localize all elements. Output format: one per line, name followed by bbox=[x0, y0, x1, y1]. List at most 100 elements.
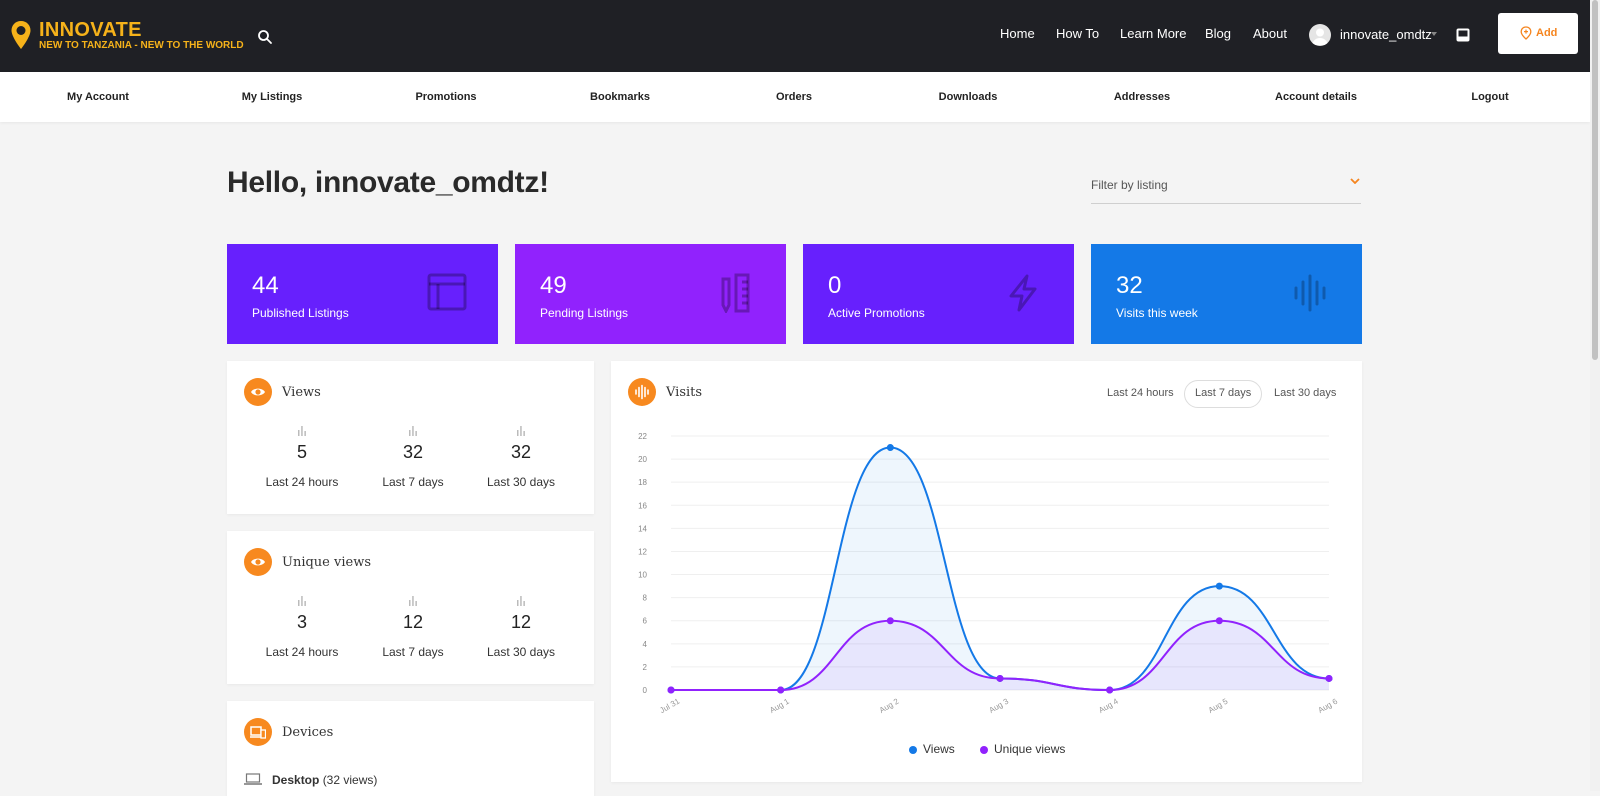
tab-logout[interactable]: Logout bbox=[1471, 91, 1508, 103]
stat-value: 44 bbox=[252, 272, 279, 299]
bar-chart-icon bbox=[409, 596, 417, 606]
nav-home[interactable]: Home bbox=[1000, 26, 1035, 41]
y-tick-label: 22 bbox=[638, 432, 647, 441]
page-title: Hello, innovate_omdtz! bbox=[227, 166, 549, 199]
add-label: Add bbox=[1536, 27, 1558, 39]
tab-account-details[interactable]: Account details bbox=[1275, 91, 1357, 103]
caret-down-icon bbox=[1431, 32, 1437, 36]
y-tick-label: 12 bbox=[638, 547, 647, 556]
stat-label: Active Promotions bbox=[828, 306, 925, 320]
metric-label: Last 24 hours bbox=[265, 475, 339, 489]
stat-label: Pending Listings bbox=[540, 306, 629, 320]
y-tick-label: 0 bbox=[643, 686, 648, 695]
page-scrollbar[interactable] bbox=[1590, 0, 1600, 791]
lightning-icon bbox=[1009, 274, 1037, 312]
tab-my-account[interactable]: My Account bbox=[67, 91, 129, 103]
y-tick-label: 6 bbox=[643, 617, 648, 626]
metric-value: 5 bbox=[296, 442, 307, 462]
visits-badge bbox=[628, 378, 656, 406]
card-title: Views bbox=[282, 385, 321, 400]
unique-views-point bbox=[886, 617, 894, 625]
tab-bookmarks[interactable]: Bookmarks bbox=[590, 91, 650, 103]
y-tick-label: 2 bbox=[643, 663, 648, 672]
tab-promotions[interactable]: Promotions bbox=[415, 91, 476, 103]
y-tick-label: 14 bbox=[638, 524, 647, 533]
unique-views-point bbox=[1215, 617, 1223, 625]
nav-learn-more[interactable]: Learn More bbox=[1120, 26, 1186, 41]
card-title: Devices bbox=[282, 725, 334, 740]
stat-value: 49 bbox=[540, 272, 567, 299]
views-7d: 32 Last 7 days bbox=[358, 426, 468, 489]
legend-label: Unique views bbox=[994, 742, 1066, 756]
brand-name: INNOVATE bbox=[39, 19, 142, 41]
tab-downloads[interactable]: Downloads bbox=[939, 91, 998, 103]
visits-line-chart: 0 2 4 6 8 10 12 14 16 18 20 22 Jul 31 Aug 1 Aug 2 Aug 3… bbox=[638, 432, 1339, 715]
stat-label: Visits this week bbox=[1116, 306, 1198, 320]
views-point bbox=[1215, 582, 1223, 590]
scrollbar-thumb[interactable] bbox=[1592, 0, 1598, 360]
audio-wave-icon bbox=[635, 384, 649, 400]
filter-by-listing-select[interactable]: Filter by listing bbox=[1091, 168, 1361, 204]
y-tick-label: 10 bbox=[638, 571, 647, 580]
unique-views-point bbox=[996, 674, 1004, 682]
y-tick-label: 4 bbox=[643, 640, 648, 649]
y-tick-label: 20 bbox=[638, 455, 647, 464]
x-tick-label: Aug 4 bbox=[1097, 696, 1120, 715]
y-tick-label: 16 bbox=[638, 501, 647, 510]
range-last-24-hours[interactable]: Last 24 hours bbox=[1097, 380, 1184, 406]
metric-label: Last 30 days bbox=[486, 475, 556, 489]
tab-orders[interactable]: Orders bbox=[776, 91, 812, 103]
avatar bbox=[1309, 24, 1331, 46]
top-header: INNOVATE NEW TO TANZANIA - NEW TO THE WO… bbox=[0, 0, 1590, 72]
card-title: Unique views bbox=[282, 555, 372, 570]
bar-chart-icon bbox=[409, 426, 417, 436]
device-count: (32 views) bbox=[322, 773, 378, 787]
eye-icon bbox=[251, 558, 265, 566]
chevron-down-icon bbox=[1350, 178, 1360, 184]
nav-how-to[interactable]: How To bbox=[1056, 26, 1099, 41]
stat-label: Published Listings bbox=[252, 306, 349, 320]
unique-views-24h: 3 Last 24 hours bbox=[247, 596, 357, 659]
eye-icon bbox=[251, 388, 265, 396]
metric-label: Last 7 days bbox=[382, 645, 444, 659]
nav-about[interactable]: About bbox=[1253, 26, 1287, 41]
x-tick-label: Aug 3 bbox=[987, 696, 1010, 715]
metric-label: Last 24 hours bbox=[265, 645, 339, 659]
device-name: Desktop bbox=[272, 773, 320, 787]
unique-views-point bbox=[1106, 686, 1114, 694]
nav-blog[interactable]: Blog bbox=[1205, 26, 1231, 41]
x-tick-label: Aug 6 bbox=[1316, 696, 1339, 715]
views-30d: 32 Last 30 days bbox=[466, 426, 576, 489]
devices-icon bbox=[250, 726, 266, 739]
site-logo[interactable]: INNOVATE NEW TO TANZANIA - NEW TO THE WO… bbox=[10, 16, 250, 56]
add-listing-button[interactable]: Add bbox=[1498, 13, 1578, 54]
brand-tagline: NEW TO TANZANIA - NEW TO THE WORLD bbox=[39, 40, 244, 51]
stat-pending-listings[interactable]: 49 Pending Listings bbox=[515, 244, 786, 344]
legend-label: Views bbox=[923, 742, 955, 756]
search-icon[interactable] bbox=[256, 28, 274, 46]
views-point bbox=[886, 444, 894, 452]
bar-chart-icon bbox=[517, 426, 525, 436]
username: innovate_omdtz bbox=[1340, 27, 1432, 42]
inbox-icon[interactable] bbox=[1455, 27, 1471, 43]
views-card: Views 5 Last 24 hours 32 Last 7 days 32 … bbox=[227, 361, 594, 514]
x-tick-label: Aug 2 bbox=[878, 696, 901, 715]
metric-value: 3 bbox=[296, 612, 307, 632]
account-nav: My Account My Listings Promotions Bookma… bbox=[0, 72, 1590, 122]
views-24h: 5 Last 24 hours bbox=[247, 426, 357, 489]
stat-active-promotions[interactable]: 0 Active Promotions bbox=[803, 244, 1074, 344]
x-tick-label: Jul 31 bbox=[658, 696, 681, 715]
bar-chart-icon bbox=[298, 596, 306, 606]
unique-views-card: Unique views 3 Last 24 hours 12 Last 7 d… bbox=[227, 531, 594, 684]
bar-chart-icon bbox=[298, 426, 306, 436]
map-pin-outline-icon bbox=[1520, 26, 1532, 40]
stat-value: 0 bbox=[828, 272, 842, 299]
tab-my-listings[interactable]: My Listings bbox=[242, 91, 303, 103]
range-last-7-days[interactable]: Last 7 days bbox=[1184, 380, 1263, 408]
card-title: Visits bbox=[666, 385, 703, 400]
tab-addresses[interactable]: Addresses bbox=[1114, 91, 1170, 103]
filter-label: Filter by listing bbox=[1091, 178, 1168, 192]
stat-visits-this-week[interactable]: 32 Visits this week bbox=[1091, 244, 1362, 344]
stat-published-listings[interactable]: 44 Published Listings bbox=[227, 244, 498, 344]
range-last-30-days[interactable]: Last 30 days bbox=[1264, 380, 1346, 406]
